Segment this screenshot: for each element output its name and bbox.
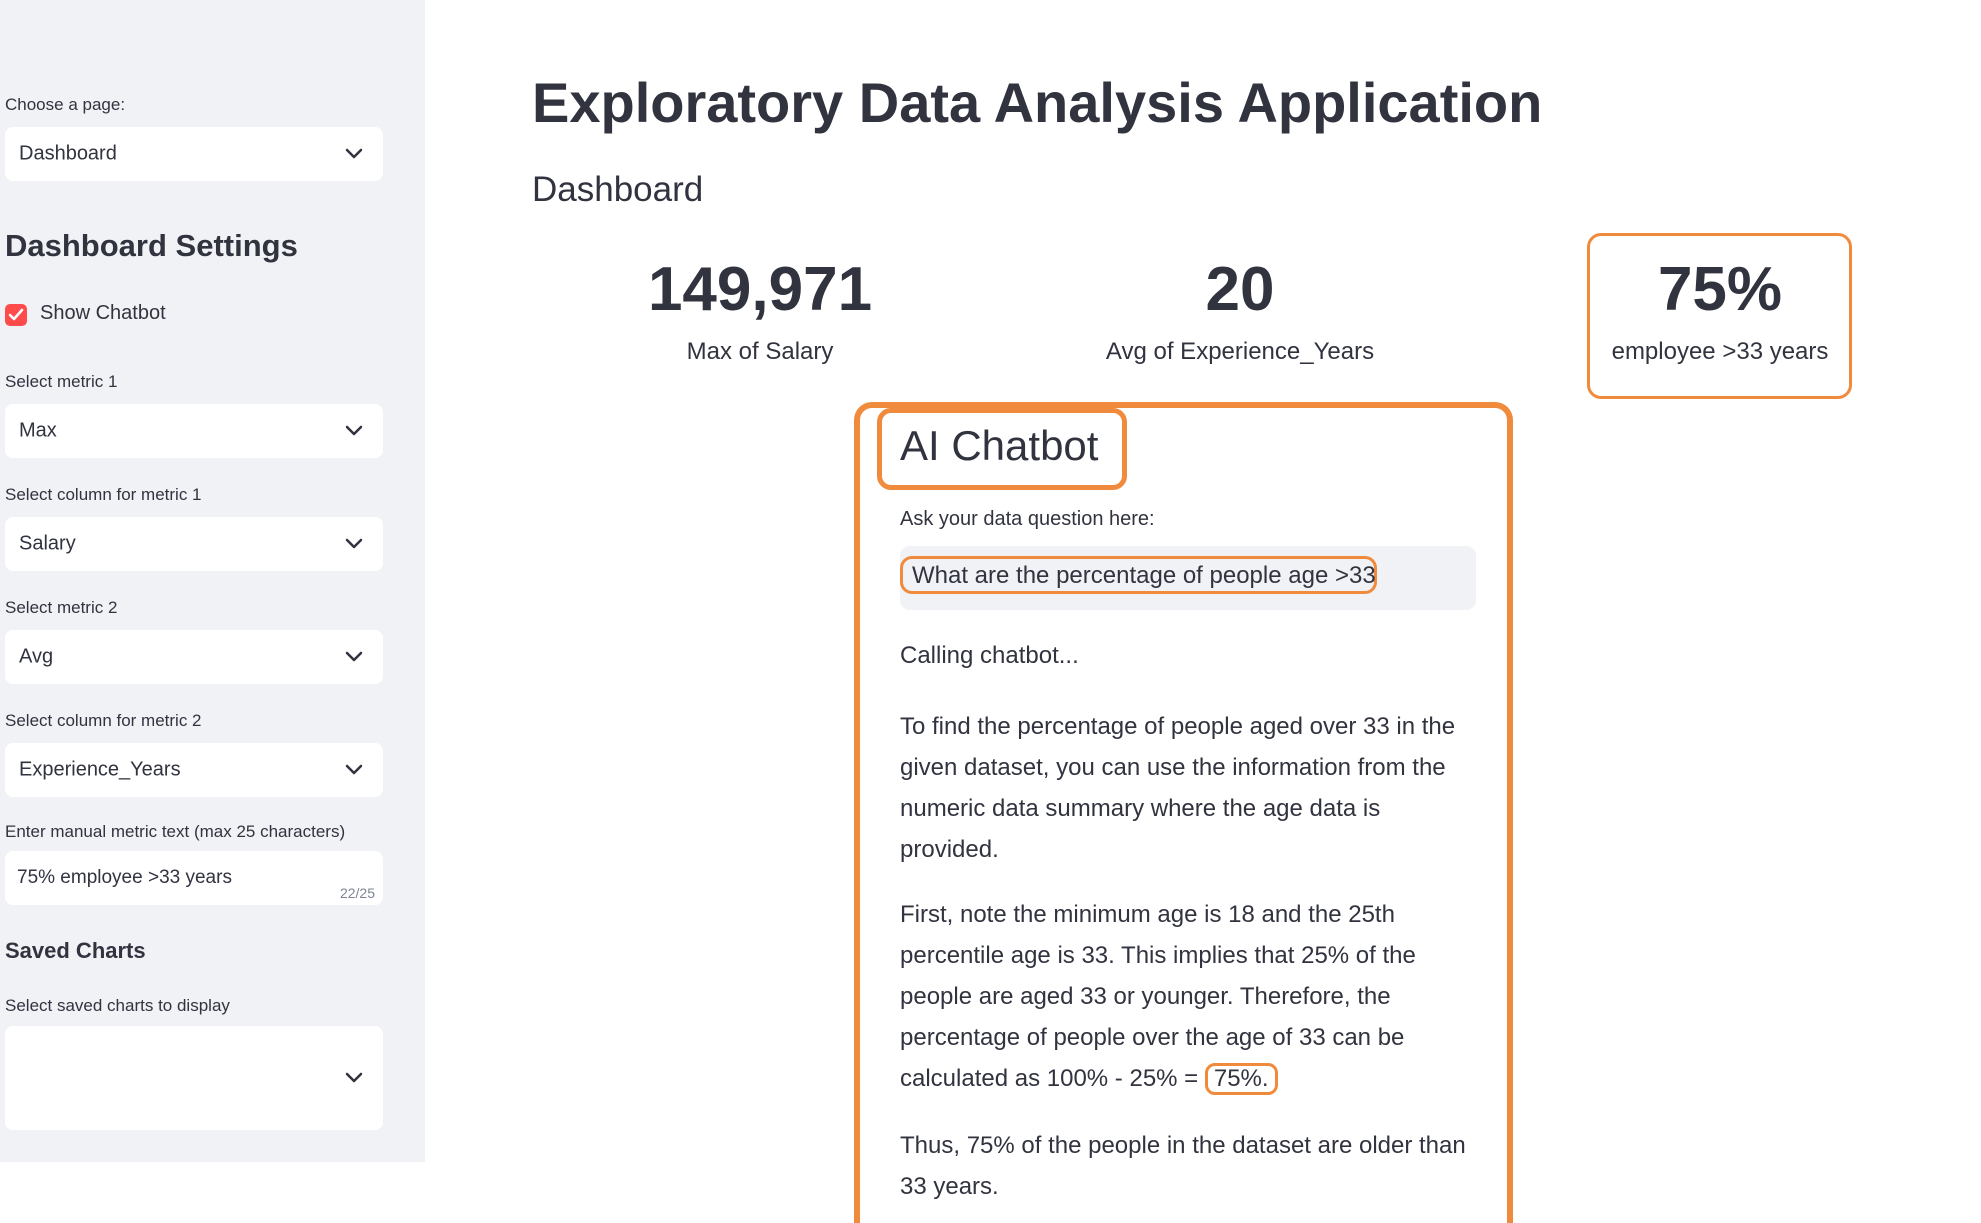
saved-charts-label: Select saved charts to display	[5, 996, 230, 1015]
page-subtitle: Dashboard	[532, 170, 704, 209]
column1-value: Salary	[19, 532, 76, 555]
chevron-down-icon	[345, 651, 363, 662]
metric1-select[interactable]: Max	[5, 404, 383, 458]
metric1-value: Max	[19, 419, 57, 442]
metric-label: Max of Salary	[686, 338, 834, 365]
chevron-down-icon	[345, 1072, 363, 1083]
chevron-down-icon	[345, 425, 363, 436]
saved-charts-heading: Saved Charts	[5, 938, 146, 963]
chevron-down-icon	[345, 764, 363, 775]
metric-card-2: 20 Avg of Experience_Years	[1080, 250, 1400, 366]
metric-card-1: 149,971 Max of Salary	[600, 250, 920, 366]
column1-label: Select column for metric 1	[5, 485, 202, 504]
checkbox-checked-icon	[5, 304, 27, 326]
metric2-value: Avg	[19, 645, 54, 668]
chevron-down-icon	[345, 148, 363, 159]
sidebar: Choose a page: Dashboard Dashboard Setti…	[0, 0, 425, 1162]
page-select-value: Dashboard	[19, 142, 117, 165]
metric-value: 20	[1205, 255, 1275, 324]
metric-value: 75%	[1657, 255, 1783, 324]
metric2-select[interactable]: Avg	[5, 630, 383, 684]
chat-input-label: Ask your data question here:	[900, 508, 1155, 530]
metric-value: 149,971	[647, 255, 873, 324]
column1-select[interactable]: Salary	[5, 517, 383, 571]
saved-charts-multiselect[interactable]	[5, 1026, 383, 1130]
dashboard-settings-heading: Dashboard Settings	[5, 228, 298, 263]
show-chatbot-label: Show Chatbot	[40, 302, 166, 324]
metric2-label: Select metric 2	[5, 598, 118, 617]
page-select-label: Choose a page:	[5, 95, 126, 114]
page-select[interactable]: Dashboard	[5, 127, 383, 181]
chatbot-title: AI Chatbot	[900, 422, 1099, 469]
metric-label: employee >33 years	[1611, 338, 1829, 365]
manual-metric-input[interactable]: 75% employee >33 years 22/25	[5, 851, 383, 905]
chat-question-input[interactable]: What are the percentage of people age >3…	[900, 546, 1476, 610]
chevron-down-icon	[345, 538, 363, 549]
chat-response-paragraph-1: To find the percentage of people aged ov…	[900, 713, 1456, 863]
column2-value: Experience_Years	[19, 758, 181, 781]
chat-response-paragraph-3: Thus, 75% of the people in the dataset a…	[900, 1132, 1466, 1200]
page-title: Exploratory Data Analysis Application	[532, 71, 1543, 134]
chat-response-paragraph-2: First, note the minimum age is 18 and th…	[900, 894, 1480, 1099]
chatbot-status: Calling chatbot...	[900, 642, 1079, 669]
chat-response-text: First, note the minimum age is 18 and th…	[900, 901, 1416, 1092]
manual-metric-label: Enter manual metric text (max 25 charact…	[5, 822, 346, 841]
metric-card-3: 75% employee >33 years	[1590, 250, 1850, 366]
metric-label: Avg of Experience_Years	[1105, 338, 1375, 365]
char-counter: 22/25	[339, 885, 375, 901]
column2-label: Select column for metric 2	[5, 711, 202, 730]
manual-metric-value: 75% employee >33 years	[17, 867, 232, 888]
chat-question-value: What are the percentage of people age >3…	[912, 562, 1376, 589]
answer-highlight: 75%.	[1204, 1063, 1278, 1095]
metric1-label: Select metric 1	[5, 372, 118, 391]
column2-select[interactable]: Experience_Years	[5, 743, 383, 797]
